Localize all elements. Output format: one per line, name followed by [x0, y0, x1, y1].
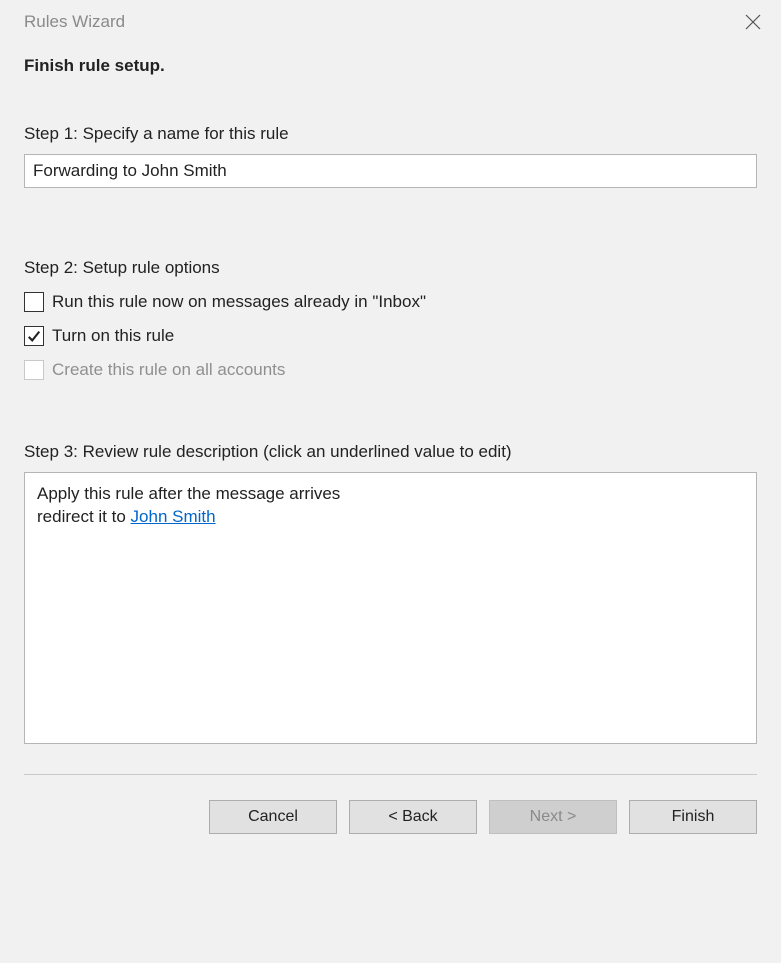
back-button[interactable]: < Back	[349, 800, 477, 834]
description-line2: redirect it to John Smith	[37, 506, 744, 529]
step3-label: Step 3: Review rule description (click a…	[24, 442, 757, 462]
turn-on-label: Turn on this rule	[52, 326, 174, 346]
step1-label: Step 1: Specify a name for this rule	[24, 124, 757, 144]
finish-heading: Finish rule setup.	[24, 56, 757, 76]
turn-on-checkbox[interactable]	[24, 326, 44, 346]
cancel-button[interactable]: Cancel	[209, 800, 337, 834]
titlebar: Rules Wizard	[0, 0, 781, 32]
all-accounts-label: Create this rule on all accounts	[52, 360, 285, 380]
option-all-accounts-row: Create this rule on all accounts	[24, 360, 757, 380]
button-row: Cancel < Back Next > Finish	[0, 784, 781, 834]
all-accounts-checkbox	[24, 360, 44, 380]
run-now-checkbox[interactable]	[24, 292, 44, 312]
rule-name-input[interactable]	[24, 154, 757, 188]
option-turn-on-row: Turn on this rule	[24, 326, 757, 346]
run-now-label: Run this rule now on messages already in…	[52, 292, 426, 312]
description-line1: Apply this rule after the message arrive…	[37, 483, 744, 506]
close-icon[interactable]	[743, 12, 763, 32]
dialog-title: Rules Wizard	[24, 12, 125, 32]
next-button: Next >	[489, 800, 617, 834]
button-separator	[24, 774, 757, 775]
step2-label: Step 2: Setup rule options	[24, 258, 757, 278]
dialog-content: Finish rule setup. Step 1: Specify a nam…	[0, 32, 781, 775]
step3-section: Step 3: Review rule description (click a…	[24, 442, 757, 744]
step2-section: Step 2: Setup rule options Run this rule…	[24, 258, 757, 380]
rules-wizard-dialog: Rules Wizard Finish rule setup. Step 1: …	[0, 0, 781, 963]
description-line2-prefix: redirect it to	[37, 507, 131, 526]
finish-button[interactable]: Finish	[629, 800, 757, 834]
rule-description-box: Apply this rule after the message arrive…	[24, 472, 757, 744]
redirect-target-link[interactable]: John Smith	[131, 507, 216, 526]
option-run-now-row: Run this rule now on messages already in…	[24, 292, 757, 312]
